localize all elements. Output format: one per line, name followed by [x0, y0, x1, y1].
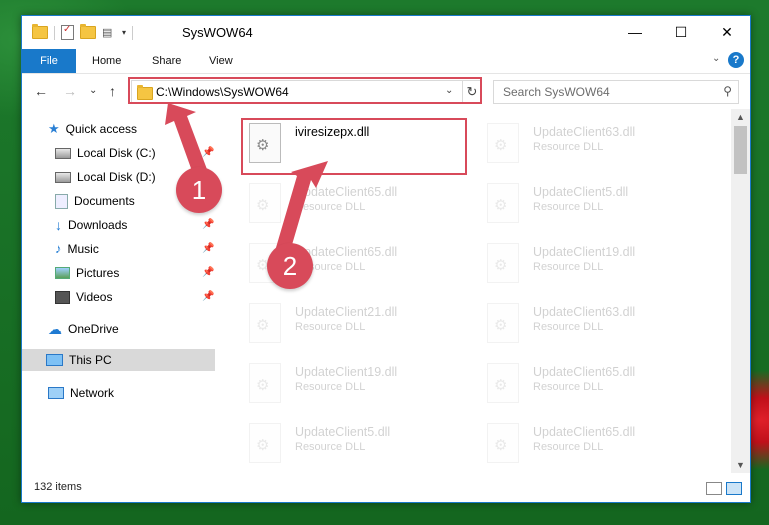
step-2-badge: 2	[267, 243, 313, 289]
step-1-badge: 1	[176, 167, 222, 213]
arrow-to-file	[275, 161, 328, 255]
annotation-arrows	[165, 103, 328, 255]
